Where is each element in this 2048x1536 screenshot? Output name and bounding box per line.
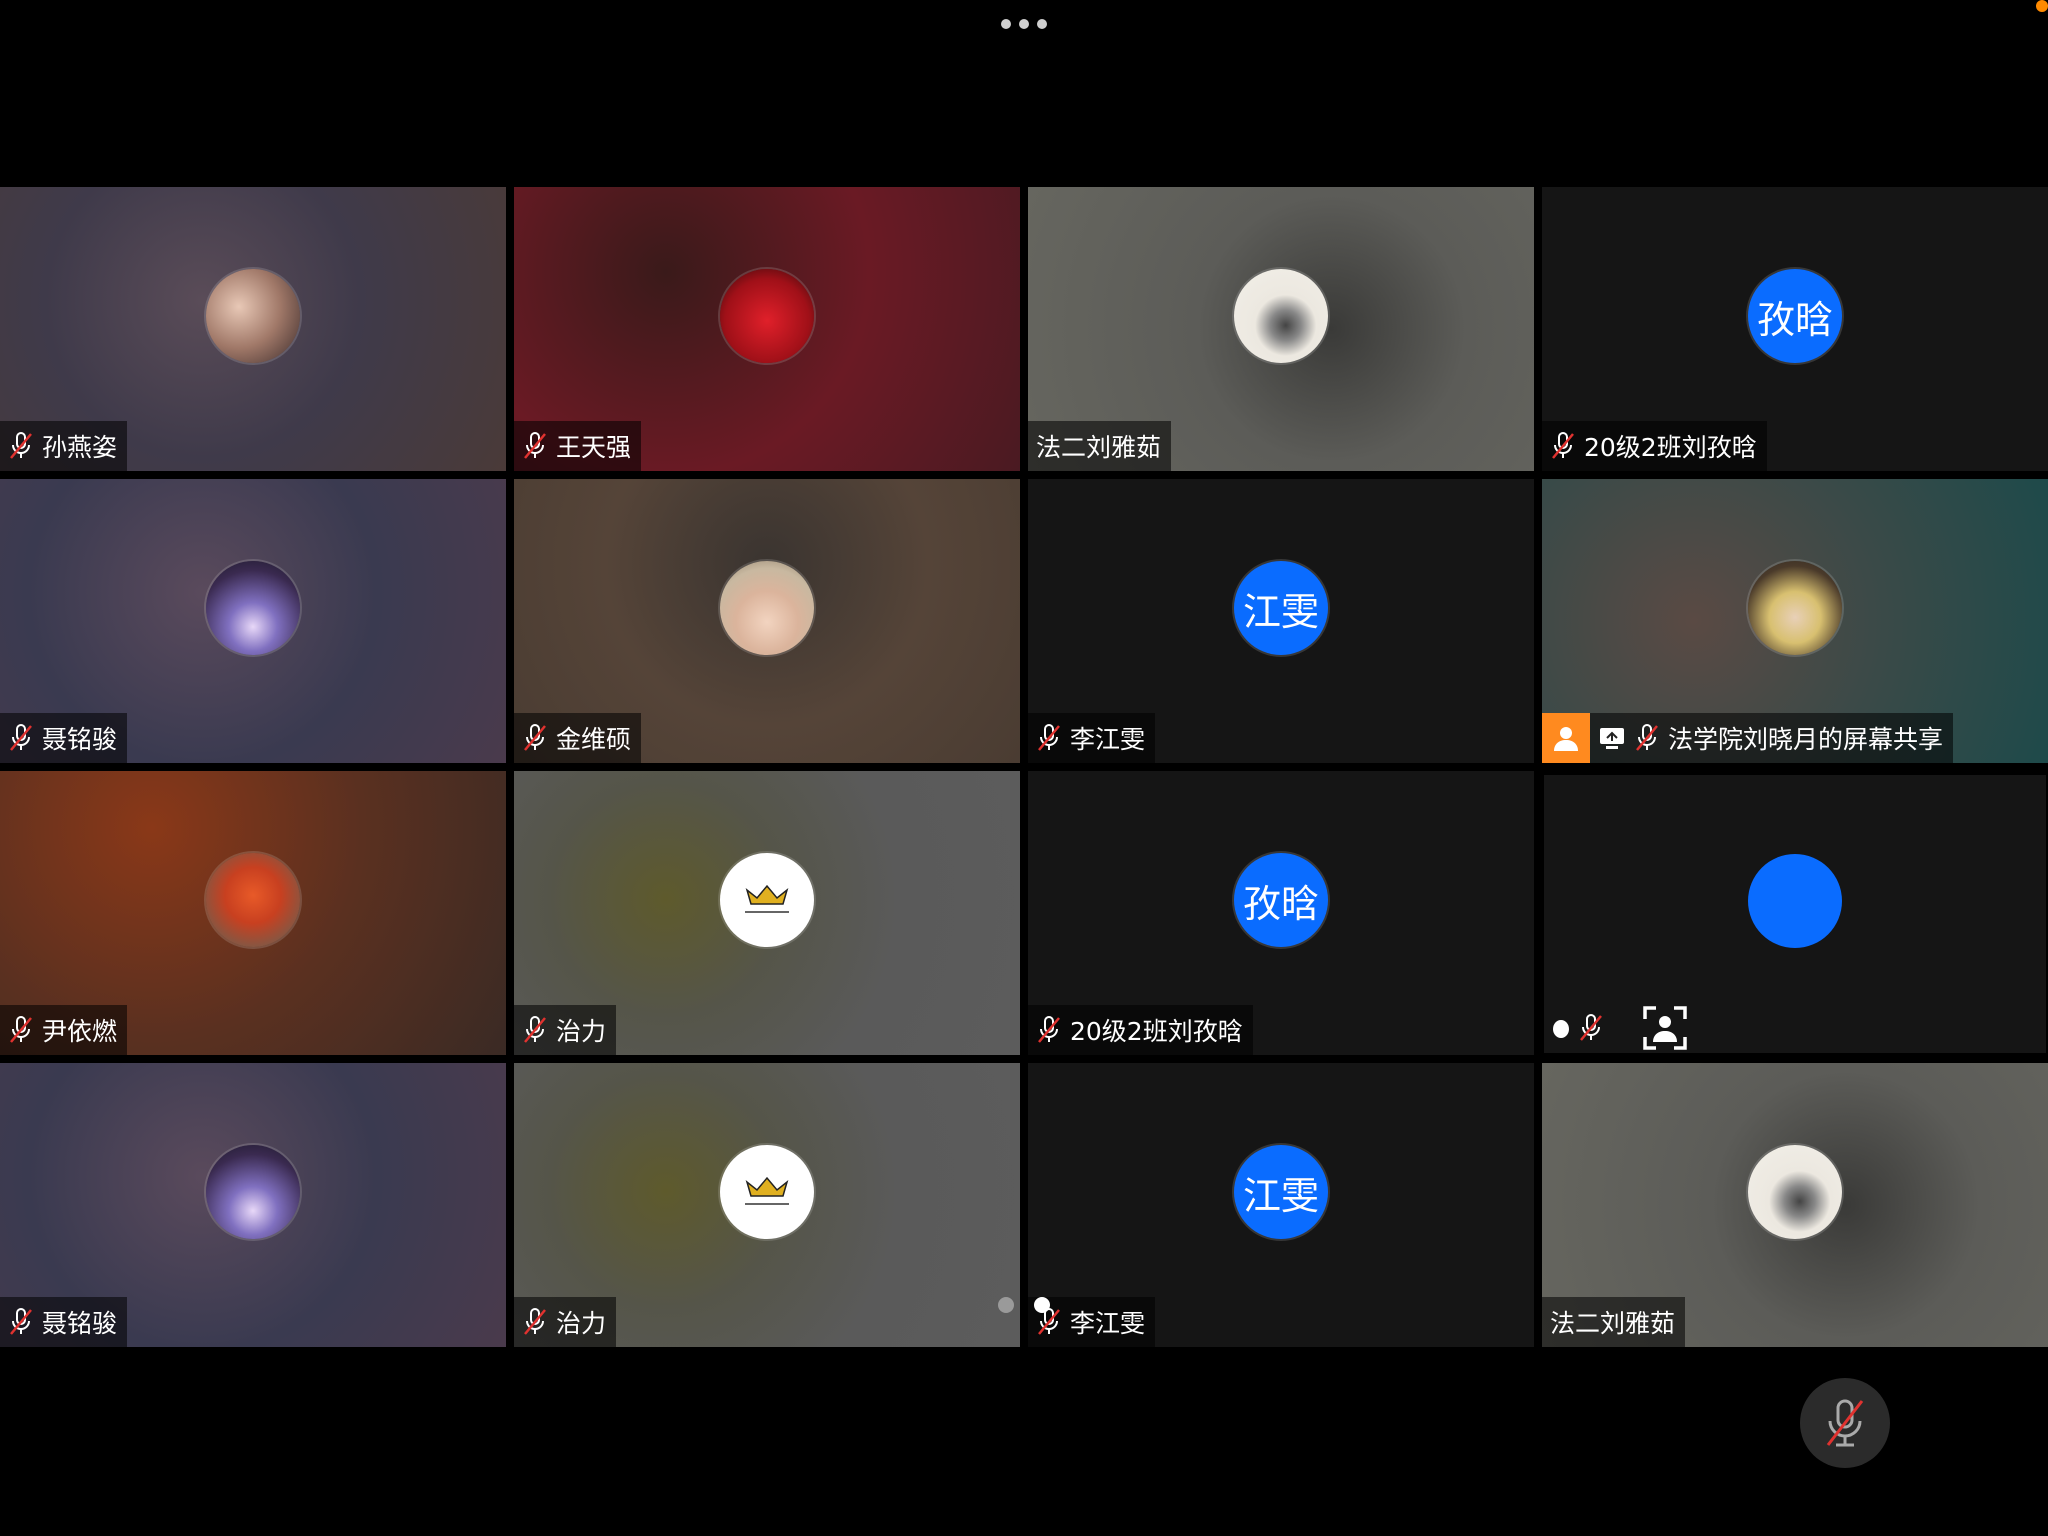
participant-name: 治力 [556, 1017, 607, 1046]
participant-avatar [206, 853, 300, 947]
mic-off-icon [10, 1016, 32, 1043]
participant-avatar: 孜晗 [1234, 853, 1328, 947]
participant-label: 治力 [514, 1297, 617, 1347]
participant-avatar [1748, 1145, 1842, 1239]
participant-label [1544, 1003, 1698, 1053]
participant-name: 孙燕姿 [42, 433, 118, 462]
participant-avatar [1748, 561, 1842, 655]
participant-avatar [206, 1145, 300, 1239]
participant-avatar [720, 853, 814, 947]
mic-off-icon [524, 1308, 546, 1335]
participant-label: 王天强 [514, 421, 642, 471]
mic-off-icon [1826, 1399, 1864, 1447]
participant-tile[interactable]: 孜晗 20级2班刘孜晗 [1028, 771, 1534, 1055]
crown-icon [745, 884, 789, 913]
participant-name: 治力 [556, 1309, 607, 1338]
participant-tile[interactable]: 法二刘雅茹 [1028, 187, 1534, 471]
recording-indicator [2036, 0, 2048, 12]
page-indicator-dot [1034, 1297, 1050, 1313]
participant-avatar [1748, 854, 1842, 948]
self-view-tile[interactable] [1544, 775, 2046, 1053]
participant-tile[interactable]: 法学院刘晓月的屏幕共享 [1542, 479, 2048, 763]
host-badge [1542, 713, 1590, 763]
participant-label: 尹依燃 [0, 1005, 128, 1055]
participant-name: 聂铭骏 [42, 725, 118, 754]
participant-avatar [1234, 269, 1328, 363]
participant-label: 法二刘雅茹 [1542, 1297, 1686, 1347]
participant-tile[interactable]: 治力 [514, 1063, 1020, 1347]
mic-off-icon [1038, 724, 1060, 751]
mic-off-icon [1552, 432, 1574, 459]
person-icon [1554, 727, 1578, 751]
participant-name: 20级2班刘孜晗 [1070, 1017, 1243, 1046]
participant-tile[interactable]: 聂铭骏 [0, 479, 506, 763]
participant-label: 李江雯 [1028, 713, 1156, 763]
participant-label: 聂铭骏 [0, 1297, 128, 1347]
participant-tile[interactable]: 尹依燃 [0, 771, 506, 1055]
participant-name: 聂铭骏 [42, 1309, 118, 1338]
participant-tile[interactable]: 江雯 李江雯 [1028, 1063, 1534, 1347]
mic-off-icon [1636, 724, 1658, 751]
participant-name: 20级2班刘孜晗 [1584, 433, 1757, 462]
mic-off-icon [10, 724, 32, 751]
participant-tile[interactable]: 王天强 [514, 187, 1020, 471]
participant-label: 金维硕 [514, 713, 642, 763]
participant-avatar [720, 561, 814, 655]
participant-tile[interactable]: 治力 [514, 771, 1020, 1055]
participant-avatar [720, 269, 814, 363]
participant-avatar: 孜晗 [1748, 269, 1842, 363]
participant-avatar: 江雯 [1234, 1145, 1328, 1239]
mic-off-icon [1580, 1014, 1602, 1041]
participant-tile[interactable]: 孙燕姿 [0, 187, 506, 471]
participant-name: 李江雯 [1070, 1309, 1146, 1338]
crown-icon [745, 1176, 789, 1205]
participant-tile[interactable]: 江雯 李江雯 [1028, 479, 1534, 763]
participant-label: 孙燕姿 [0, 421, 128, 471]
participant-name: 法二刘雅茹 [1036, 433, 1162, 462]
mic-off-icon [524, 432, 546, 459]
participant-avatar [206, 561, 300, 655]
page-indicator-dot [998, 1297, 1014, 1313]
focus-mode-icon[interactable] [1642, 1005, 1688, 1051]
mute-toggle-button[interactable] [1800, 1378, 1890, 1468]
mic-off-icon [10, 432, 32, 459]
participant-avatar: 江雯 [1234, 561, 1328, 655]
participant-name: 法学院刘晓月的屏幕共享 [1668, 725, 1944, 754]
participant-name: 金维硕 [556, 725, 632, 754]
participant-label: 20级2班刘孜晗 [1542, 421, 1767, 471]
participant-label: 法学院刘晓月的屏幕共享 [1542, 713, 1954, 763]
participant-name: 李江雯 [1070, 725, 1146, 754]
participant-name: 王天强 [556, 433, 632, 462]
signal-icon [1553, 1020, 1569, 1038]
more-options-icon[interactable] [1000, 18, 1048, 30]
participant-tile[interactable]: 孜晗 20级2班刘孜晗 [1542, 187, 2048, 471]
mic-off-icon [524, 1016, 546, 1043]
participant-label: 法二刘雅茹 [1028, 421, 1172, 471]
participant-name: 尹依燃 [42, 1017, 118, 1046]
participant-label: 聂铭骏 [0, 713, 128, 763]
screen-share-icon [1600, 728, 1624, 749]
mic-off-icon [10, 1308, 32, 1335]
participant-grid: 孙燕姿 王天强 法二刘雅茹 孜晗 20级2班刘孜晗 聂铭骏 金维硕 江雯 李江雯… [0, 187, 2048, 1349]
participant-avatar [720, 1145, 814, 1239]
participant-avatar [206, 269, 300, 363]
participant-tile[interactable]: 聂铭骏 [0, 1063, 506, 1347]
mic-off-icon [1038, 1016, 1060, 1043]
participant-tile[interactable]: 法二刘雅茹 [1542, 1063, 2048, 1347]
mic-off-icon [524, 724, 546, 751]
participant-label: 20级2班刘孜晗 [1028, 1005, 1253, 1055]
participant-tile[interactable]: 金维硕 [514, 479, 1020, 763]
participant-label: 治力 [514, 1005, 617, 1055]
participant-name: 法二刘雅茹 [1550, 1309, 1676, 1338]
